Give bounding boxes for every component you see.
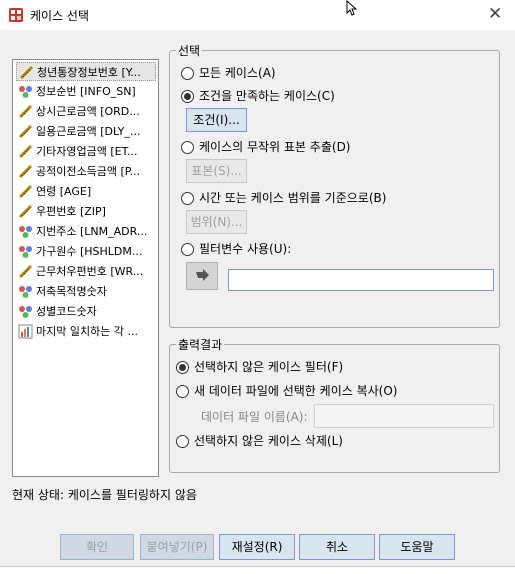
variable-item[interactable]: 정보순번 [INFO_SN] bbox=[16, 82, 156, 101]
variable-label: 기타자영업금액 [ET... bbox=[36, 145, 138, 158]
variable-item[interactable]: 상시근로금액 [ORD... bbox=[16, 102, 156, 121]
spss-app-icon bbox=[9, 8, 23, 22]
dataset-name-field[interactable] bbox=[314, 404, 494, 428]
random-sample-radio[interactable]: 케이스의 무작위 표본 추출(D) bbox=[181, 138, 351, 156]
help-button[interactable]: 도움말 bbox=[379, 534, 455, 560]
radio-indicator bbox=[176, 385, 189, 398]
variable-item[interactable]: 청년통장정보번호 [Y... bbox=[16, 62, 156, 81]
variable-item[interactable]: 성별코드숫자 bbox=[16, 302, 156, 321]
variable-label: 정보순번 [INFO_SN] bbox=[36, 85, 136, 98]
selection-legend: 선택 bbox=[178, 44, 201, 58]
variable-list[interactable]: 청년통장정보번호 [Y... 정보순번 [INFO_SN] 상시근로금액 [OR… bbox=[12, 59, 159, 477]
arrow-right-icon bbox=[196, 269, 209, 281]
sample-button[interactable]: 표본(S)... bbox=[186, 159, 247, 183]
output-legend: 출력결과 bbox=[178, 338, 223, 352]
ruler-scale-icon bbox=[18, 204, 33, 219]
variable-item[interactable]: 마지막 일치하는 각 ... bbox=[16, 322, 156, 341]
filter-out-radio[interactable]: 선택하지 않은 케이스 필터(F) bbox=[176, 358, 343, 376]
ruler-scale-icon bbox=[18, 164, 33, 179]
radio-indicator bbox=[181, 67, 194, 80]
status-text: 현재 상태: 케이스를 필터링하지 않음 bbox=[12, 488, 197, 502]
variable-item[interactable]: 저축목적명숫자 bbox=[16, 282, 156, 301]
cancel-button[interactable]: 취소 bbox=[299, 534, 375, 560]
variable-item[interactable]: 근무처우편번호 [WR... bbox=[16, 262, 156, 281]
variable-item[interactable]: 우편번호 [ZIP] bbox=[16, 202, 156, 221]
variable-label: 저축목적명숫자 bbox=[36, 285, 107, 298]
nominal-icon bbox=[19, 286, 32, 298]
ruler-scale-icon bbox=[18, 104, 33, 119]
variable-item[interactable]: 기타자영업금액 [ET... bbox=[16, 142, 156, 161]
variable-item[interactable]: 가구원수 [HSHLDM... bbox=[16, 242, 156, 261]
range-radio[interactable]: 시간 또는 케이스 범위를 기준으로(B) bbox=[181, 189, 386, 207]
paste-button[interactable]: 붙여넣기(P) bbox=[140, 534, 214, 560]
mouse-cursor-icon bbox=[346, 0, 358, 16]
nominal-icon bbox=[19, 226, 32, 238]
move-variable-button[interactable] bbox=[186, 262, 218, 290]
radio-indicator bbox=[176, 361, 189, 374]
radio-indicator bbox=[176, 435, 189, 448]
ruler-scale-icon bbox=[18, 264, 33, 279]
variable-label: 마지막 일치하는 각 ... bbox=[36, 325, 138, 338]
close-icon[interactable]: ✕ bbox=[488, 4, 502, 24]
if-button[interactable]: 조건(I)... bbox=[186, 108, 247, 132]
ruler-scale-icon bbox=[18, 184, 33, 199]
ruler-scale-icon bbox=[19, 65, 34, 80]
ruler-scale-icon bbox=[18, 124, 33, 139]
radio-indicator bbox=[181, 90, 194, 103]
nominal-icon bbox=[19, 246, 32, 258]
copy-to-new-radio[interactable]: 새 데이터 파일에 선택한 케이스 복사(O) bbox=[176, 382, 397, 400]
radio-indicator bbox=[181, 243, 194, 256]
variable-label: 청년통장정보번호 [Y... bbox=[37, 66, 141, 79]
reset-button[interactable]: 재설정(R) bbox=[219, 534, 295, 560]
filter-variable-field[interactable] bbox=[228, 269, 494, 291]
variable-item[interactable]: 공적이전소득금액 [P... bbox=[16, 162, 156, 181]
variable-label: 우편번호 [ZIP] bbox=[36, 205, 106, 218]
radio-indicator bbox=[181, 192, 194, 205]
variable-item[interactable]: 일용근로금액 [DLY_... bbox=[16, 122, 156, 141]
all-cases-radio[interactable]: 모든 케이스(A) bbox=[181, 64, 276, 82]
variable-label: 성별코드숫자 bbox=[36, 305, 97, 318]
if-condition-radio[interactable]: 조건을 만족하는 케이스(C) bbox=[181, 87, 335, 105]
variable-label: 일용근로금액 [DLY_... bbox=[36, 125, 141, 138]
variable-label: 상시근로금액 [ORD... bbox=[36, 105, 140, 118]
bar-chart-icon bbox=[18, 324, 33, 339]
dataset-name-label: 데이터 파일 이름(A): bbox=[201, 410, 308, 424]
window-title: 케이스 선택 bbox=[30, 9, 90, 23]
variable-label: 연령 [AGE] bbox=[36, 185, 92, 198]
radio-indicator bbox=[181, 141, 194, 154]
delete-unselected-radio[interactable]: 선택하지 않은 케이스 삭제(L) bbox=[176, 432, 343, 450]
variable-label: 공적이전소득금액 [P... bbox=[36, 165, 141, 178]
title-bar: 케이스 선택 ✕ bbox=[0, 0, 515, 30]
ok-button[interactable]: 확인 bbox=[60, 534, 134, 560]
ruler-scale-icon bbox=[18, 144, 33, 159]
variable-item[interactable]: 지번주소 [LNM_ADR... bbox=[16, 222, 156, 241]
range-button[interactable]: 범위(N)... bbox=[186, 210, 247, 234]
variable-label: 지번주소 [LNM_ADR... bbox=[36, 225, 148, 238]
nominal-icon bbox=[19, 86, 32, 98]
filter-variable-radio[interactable]: 필터변수 사용(U): bbox=[181, 240, 291, 258]
variable-label: 근무처우편번호 [WR... bbox=[36, 265, 144, 278]
nominal-icon bbox=[19, 306, 32, 318]
variable-label: 가구원수 [HSHLDM... bbox=[36, 245, 143, 258]
variable-item[interactable]: 연령 [AGE] bbox=[16, 182, 156, 201]
